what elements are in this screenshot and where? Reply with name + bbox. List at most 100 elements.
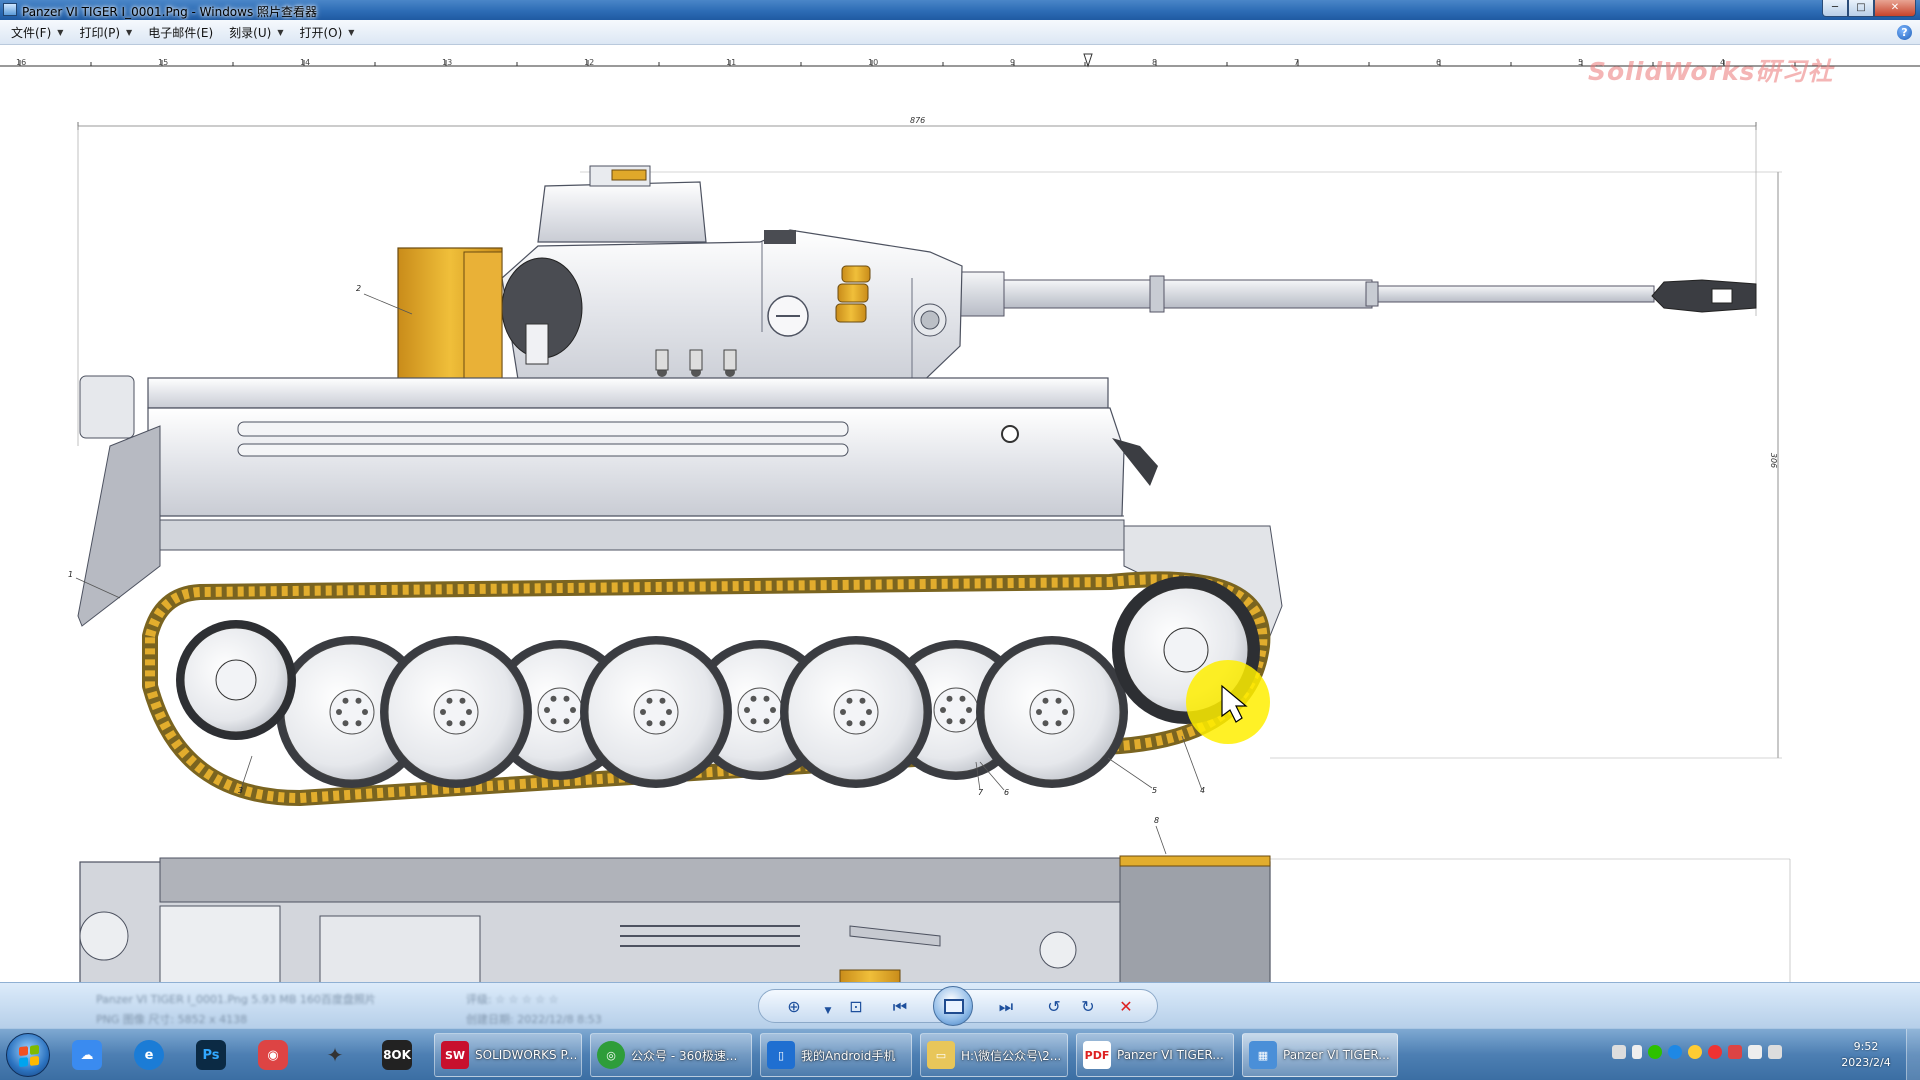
task-label: Panzer VI TIGER... xyxy=(1283,1048,1390,1062)
qq-icon[interactable] xyxy=(1688,1045,1702,1059)
help-icon[interactable]: ? xyxy=(1897,25,1912,40)
menu-print-label: 打印(P) xyxy=(79,25,121,40)
pinned-obs[interactable]: 8OK xyxy=(372,1035,422,1075)
menu-burn[interactable]: 刻录(U) ▼ xyxy=(222,22,290,43)
callout-1: 1 xyxy=(68,570,74,579)
rotate-counterclockwise-icon[interactable]: ↺ xyxy=(1043,998,1065,1016)
window-controls: ─ □ ✕ xyxy=(1822,0,1916,17)
show-desktop-button[interactable] xyxy=(1906,1029,1920,1080)
menu-open-label: 打开(O) xyxy=(299,25,343,40)
app-icon: ◉ xyxy=(258,1040,288,1070)
task-pdf[interactable]: PDF Panzer VI TIGER... xyxy=(1076,1033,1234,1077)
pinned-app-4[interactable]: ◉ xyxy=(248,1035,298,1075)
callout-8: 8 xyxy=(1154,816,1160,825)
task-android-phone[interactable]: ▯ 我的Android手机 xyxy=(760,1033,912,1077)
task-photo-viewer[interactable]: ▦ Panzer VI TIGER... xyxy=(1242,1033,1398,1077)
task-label: 公众号 - 360极速... xyxy=(631,1048,738,1063)
start-button[interactable] xyxy=(6,1033,50,1077)
image-viewport[interactable]: 16 15 14 13 12 11 10 9 8 7 6 5 4 SolidWorks研习社 xyxy=(0,46,1920,982)
actual-size-icon[interactable]: ⊡ xyxy=(845,998,867,1016)
task-360-browser[interactable]: ◎ 公众号 - 360极速... xyxy=(590,1033,752,1077)
network-icon[interactable] xyxy=(1768,1045,1782,1059)
callout-6: 6 xyxy=(1004,788,1010,797)
menu-print[interactable]: 打印(P) ▼ xyxy=(72,22,139,43)
callout-4: 4 xyxy=(1200,786,1206,795)
record-icon[interactable] xyxy=(1708,1045,1722,1059)
system-tray xyxy=(1612,1045,1782,1059)
window-title: Panzer VI TIGER I_0001.Png - Windows 照片查… xyxy=(22,5,318,19)
show-hidden-icons-icon[interactable] xyxy=(1632,1045,1642,1059)
pinned-browser[interactable]: e xyxy=(124,1035,174,1075)
menu-bar: 文件(F) ▼ 打印(P) ▼ 电子邮件(E) 刻录(U) ▼ 打开(O) ▼ ? xyxy=(0,20,1920,45)
pdf-icon: PDF xyxy=(1083,1041,1111,1069)
callout-5: 5 xyxy=(1152,786,1158,795)
navigation-controls: ⊕ ▼ ⊡ ⏮ ⏭ ↺ ↻ ✕ xyxy=(758,986,1158,1026)
security-icon[interactable] xyxy=(1728,1045,1742,1059)
file-info-left: Panzer VI TIGER I_0001.Png 5.93 MB 160百度… xyxy=(96,991,376,1031)
tank-drawing xyxy=(75,122,1791,982)
photo-viewer-app-icon[interactable] xyxy=(3,3,17,16)
viewer-control-bar: Panzer VI TIGER I_0001.Png 5.93 MB 160百度… xyxy=(0,982,1920,1028)
menu-email[interactable]: 电子邮件(E) xyxy=(141,22,220,43)
recorder-icon: 8OK xyxy=(382,1040,412,1070)
road-wheel-outer xyxy=(780,636,932,788)
wechat-icon[interactable] xyxy=(1648,1045,1662,1059)
pinned-app-5[interactable]: ✦ xyxy=(310,1035,360,1075)
slideshow-button[interactable] xyxy=(933,986,973,1026)
zoom-dropdown-chevron-icon[interactable]: ▼ xyxy=(817,1002,839,1020)
dimension-height: 306 xyxy=(1769,452,1779,469)
chevron-down-icon: ▼ xyxy=(126,27,133,37)
menu-file[interactable]: 文件(F) ▼ xyxy=(4,22,70,43)
folder-icon: ▭ xyxy=(927,1041,955,1069)
chevron-down-icon: ▼ xyxy=(57,27,64,37)
photo-viewer-icon: ▦ xyxy=(1249,1041,1277,1069)
menu-open[interactable]: 打开(O) ▼ xyxy=(292,22,361,43)
zoom-icon[interactable]: ⊕ xyxy=(783,998,805,1016)
solidworks-icon: SW xyxy=(441,1041,469,1069)
task-explorer[interactable]: ▭ H:\微信公众号\2... xyxy=(920,1033,1068,1077)
menu-email-label: 电子邮件(E) xyxy=(148,25,214,40)
file-info-right: 评级: ☆ ☆ ☆ ☆ ☆ 创建日期: 2022/12/8 8:53 xyxy=(466,991,602,1031)
road-wheel-outer xyxy=(380,636,532,788)
clock-date: 2023/2/4 xyxy=(1841,1056,1891,1069)
previous-button[interactable]: ⏮ xyxy=(889,998,911,1016)
callout-3: 3 xyxy=(238,786,244,795)
phone-icon: ▯ xyxy=(767,1041,795,1069)
task-solidworks[interactable]: SW SOLIDWORKS P... xyxy=(434,1033,582,1077)
file-info-line4: 创建日期: 2022/12/8 8:53 xyxy=(466,1013,602,1026)
close-button[interactable]: ✕ xyxy=(1874,0,1916,17)
title-bar: Panzer VI TIGER I_0001.Png - Windows 照片查… xyxy=(0,0,1920,20)
cloud-icon: ☁ xyxy=(72,1040,102,1070)
file-info-line2: PNG 图像 尺寸: 5852 x 4138 xyxy=(96,1013,248,1026)
next-button[interactable]: ⏭ xyxy=(995,998,1017,1016)
windows-logo-icon xyxy=(19,1044,39,1068)
app-tray-icon[interactable] xyxy=(1668,1045,1682,1059)
keyboard-icon[interactable] xyxy=(1612,1045,1626,1059)
photoshop-icon: Ps xyxy=(196,1040,226,1070)
road-wheel-outer xyxy=(976,636,1128,788)
clock-time: 9:52 xyxy=(1853,1040,1879,1053)
task-label: Panzer VI TIGER... xyxy=(1117,1048,1224,1062)
chevron-down-icon: ▼ xyxy=(348,27,355,37)
road-wheel-outer xyxy=(580,636,732,788)
menu-file-label: 文件(F) xyxy=(11,25,52,40)
browser-icon: e xyxy=(134,1040,164,1070)
360-browser-icon: ◎ xyxy=(597,1041,625,1069)
slideshow-icon xyxy=(944,999,964,1014)
rotate-clockwise-icon[interactable]: ↻ xyxy=(1077,998,1099,1016)
delete-icon[interactable]: ✕ xyxy=(1115,998,1137,1016)
maximize-button[interactable]: □ xyxy=(1848,0,1874,17)
pinned-photoshop[interactable]: Ps xyxy=(186,1035,236,1075)
callout-2: 2 xyxy=(356,284,362,293)
chevron-down-icon: ▼ xyxy=(277,27,284,37)
dimension-width: 876 xyxy=(910,116,926,125)
file-info-line3: 评级: ☆ ☆ ☆ ☆ ☆ xyxy=(466,993,559,1006)
minimize-button[interactable]: ─ xyxy=(1822,0,1848,17)
taskbar: ☁ e Ps ◉ ✦ 8OK SW SOLIDWORKS P... ◎ 公众号 - … xyxy=(0,1028,1920,1080)
satellite-icon: ✦ xyxy=(326,1043,344,1067)
task-label: H:\微信公众号\2... xyxy=(961,1048,1062,1063)
volume-icon[interactable] xyxy=(1748,1045,1762,1059)
clock[interactable]: 9:52 2023/2/4 xyxy=(1836,1039,1896,1071)
file-info-line1: Panzer VI TIGER I_0001.Png 5.93 MB 160百度… xyxy=(96,993,376,1006)
pinned-baidu-netdisk[interactable]: ☁ xyxy=(62,1035,112,1075)
